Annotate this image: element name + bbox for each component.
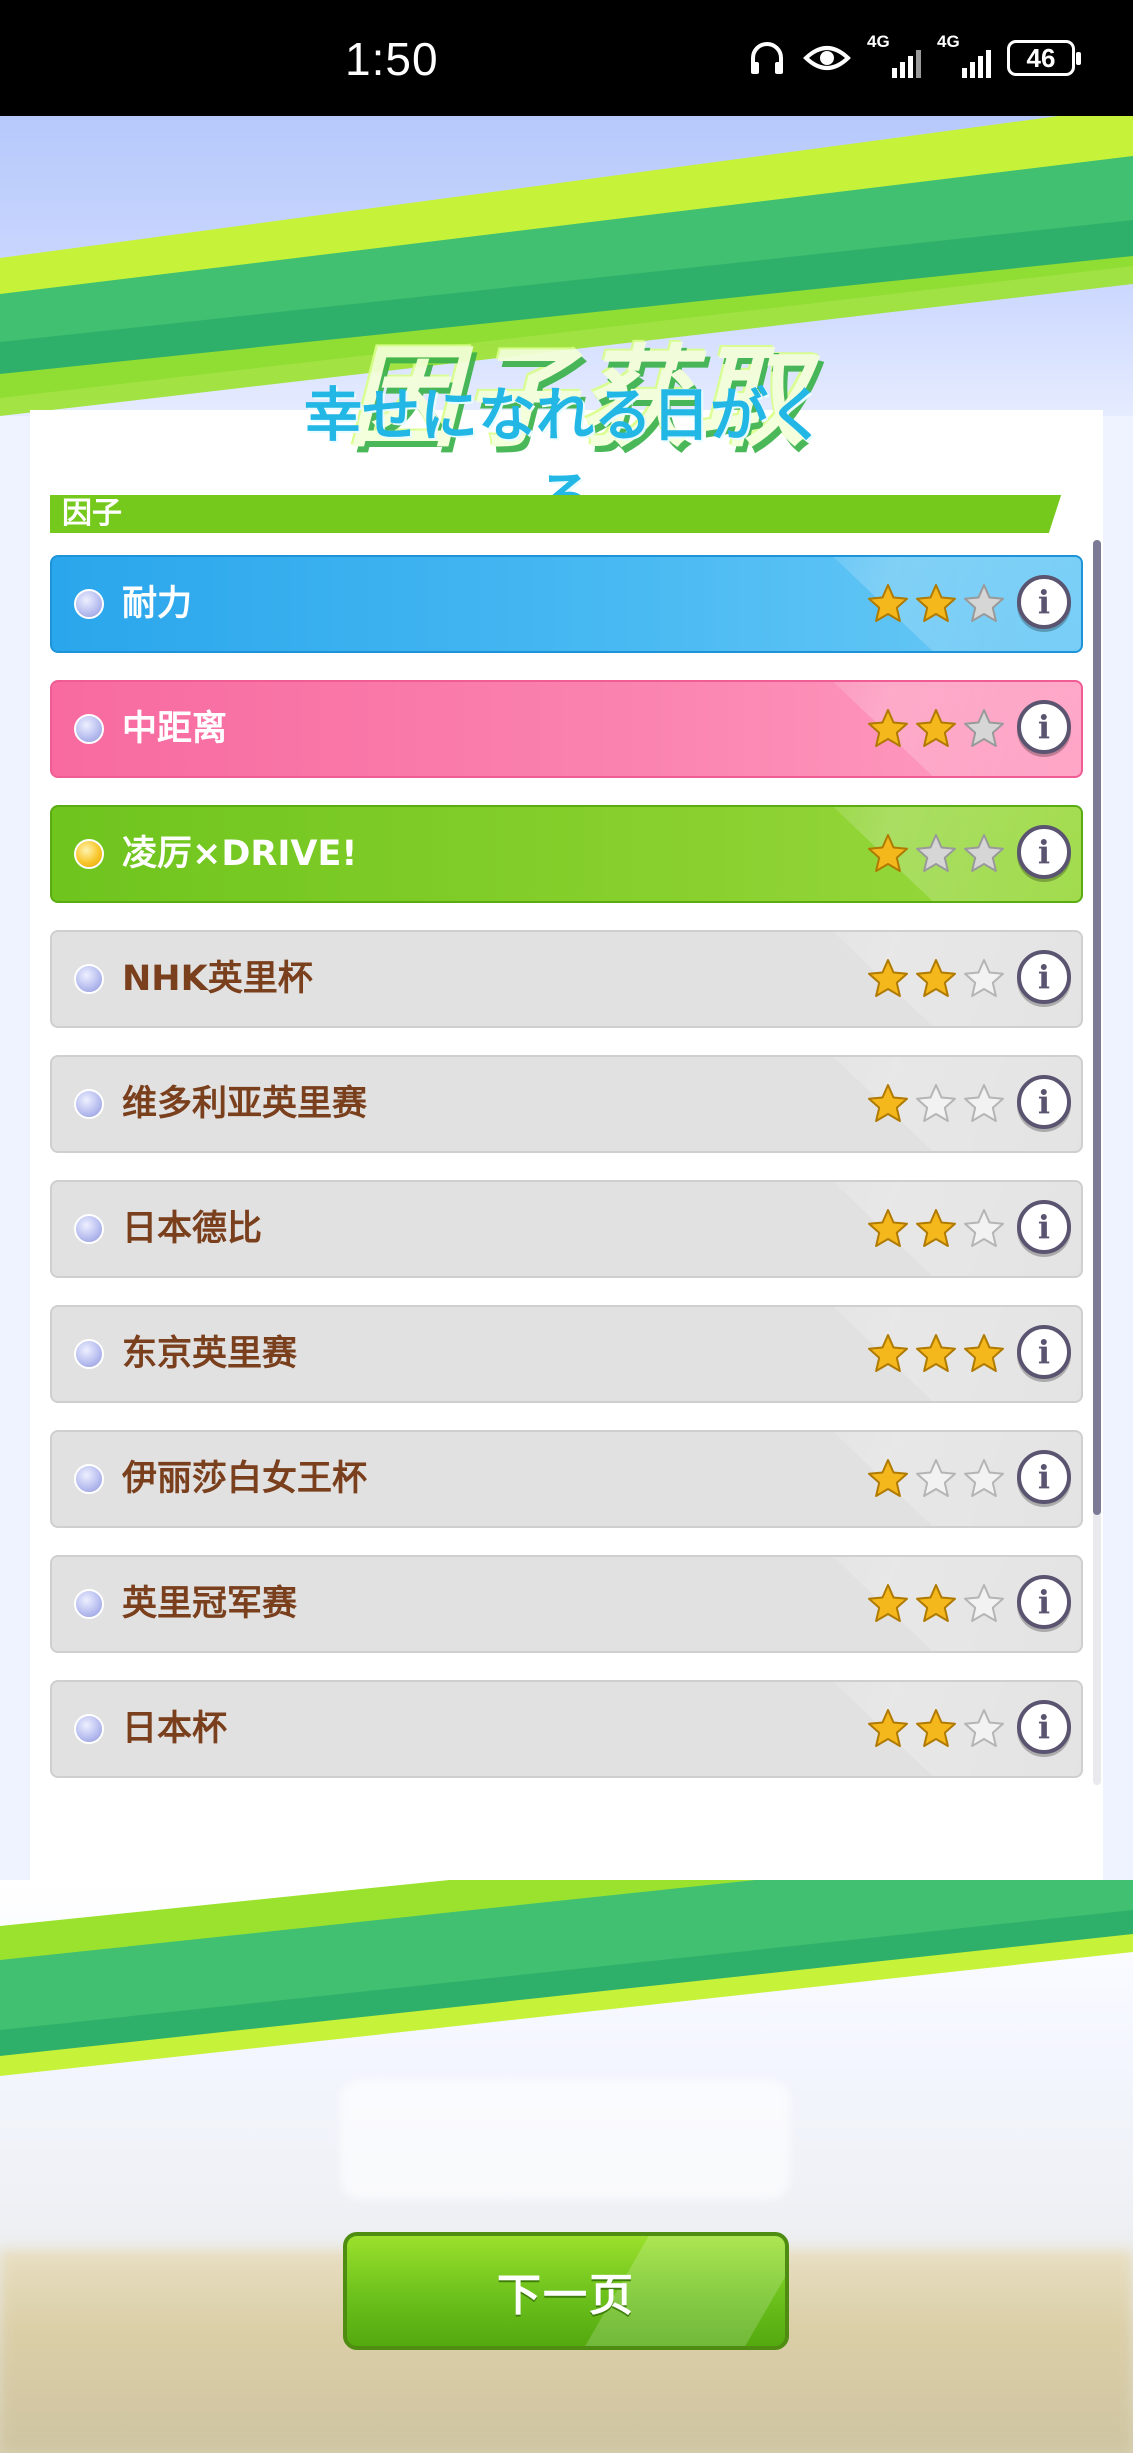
info-icon[interactable]: i [1017, 1575, 1071, 1629]
info-icon[interactable]: i [1017, 1700, 1071, 1754]
star-empty-icon [916, 1459, 956, 1497]
star-filled-icon [916, 1209, 956, 1247]
star-empty-icon [916, 1084, 956, 1122]
bullet-icon [74, 1714, 104, 1744]
network-type-2: 4G [937, 32, 960, 51]
factor-label: 日本德比 [122, 1209, 263, 1249]
star-rating [867, 833, 1005, 875]
star-empty-icon [964, 959, 1004, 997]
info-icon[interactable]: i [1017, 1200, 1071, 1254]
star-filled-icon [868, 1334, 908, 1372]
status-time: 1:50 [345, 33, 439, 85]
star-empty-icon [964, 584, 1004, 622]
bullet-icon [74, 1214, 104, 1244]
star-filled-icon [916, 1709, 956, 1747]
factor-row[interactable]: 英里冠军赛 i [50, 1555, 1083, 1653]
next-page-button[interactable]: 下一页 [343, 2232, 789, 2350]
star-filled-icon [868, 959, 908, 997]
info-icon[interactable]: i [1017, 950, 1071, 1004]
bullet-icon [74, 714, 104, 744]
factor-label: 日本杯 [122, 1709, 228, 1749]
scrollbar-thumb[interactable] [1093, 540, 1101, 1515]
signal-icon: 4G [867, 32, 921, 80]
star-filled-icon [964, 1334, 1004, 1372]
info-icon[interactable]: i [1017, 1450, 1071, 1504]
network-type-1: 4G [867, 32, 890, 51]
bullet-icon [74, 964, 104, 994]
star-filled-icon [868, 1084, 908, 1122]
star-filled-icon [868, 709, 908, 747]
factor-row[interactable]: 耐力 i [50, 555, 1083, 653]
info-icon[interactable]: i [1017, 700, 1071, 754]
eye-icon [803, 46, 851, 70]
star-rating [867, 1333, 1005, 1375]
bullet-icon [74, 589, 104, 619]
star-empty-icon [964, 834, 1004, 872]
star-filled-icon [916, 584, 956, 622]
star-rating [867, 1708, 1005, 1750]
factor-label: 凌厉×DRIVE! [122, 834, 358, 874]
bullet-icon [74, 1089, 104, 1119]
star-rating [867, 583, 1005, 625]
star-empty-icon [964, 1459, 1004, 1497]
factor-label: 英里冠军赛 [122, 1584, 298, 1624]
star-empty-icon [964, 1709, 1004, 1747]
battery-icon: 46 [1007, 40, 1081, 76]
bullet-icon [74, 839, 104, 869]
factor-label: 中距离 [122, 709, 228, 749]
factor-row[interactable]: 日本德比 i [50, 1180, 1083, 1278]
star-empty-icon [916, 834, 956, 872]
status-bar: 1:50 4G 4G 46 [0, 0, 1133, 116]
factor-row[interactable]: 中距离 i [50, 680, 1083, 778]
star-filled-icon [868, 834, 908, 872]
factor-row[interactable]: 凌厉×DRIVE! i [50, 805, 1083, 903]
star-empty-icon [964, 1584, 1004, 1622]
info-icon[interactable]: i [1017, 575, 1071, 629]
factor-row[interactable]: 日本杯 i [50, 1680, 1083, 1778]
section-header-label: 因子 [62, 496, 122, 531]
factor-label: 东京英里赛 [122, 1334, 298, 1374]
bullet-icon [74, 1339, 104, 1369]
section-header: 因子 [50, 495, 1080, 533]
star-rating [867, 1458, 1005, 1500]
star-filled-icon [916, 709, 956, 747]
bullet-icon [74, 1464, 104, 1494]
factor-label: 维多利亚英里赛 [122, 1084, 368, 1124]
star-empty-icon [964, 1209, 1004, 1247]
next-page-label: 下一页 [497, 2270, 635, 2321]
factor-row[interactable]: 伊丽莎白女王杯 i [50, 1430, 1083, 1528]
star-empty-icon [964, 709, 1004, 747]
factor-row[interactable]: 东京英里赛 i [50, 1305, 1083, 1403]
star-rating [867, 708, 1005, 750]
factor-label: 耐力 [122, 584, 193, 624]
star-empty-icon [964, 1084, 1004, 1122]
star-rating [867, 958, 1005, 1000]
factor-label: 伊丽莎白女王杯 [122, 1459, 368, 1499]
star-rating [867, 1208, 1005, 1250]
info-icon[interactable]: i [1017, 825, 1071, 879]
star-rating [867, 1583, 1005, 1625]
info-icon[interactable]: i [1017, 1075, 1071, 1129]
signal-icon: 4G [937, 32, 991, 80]
star-rating [867, 1083, 1005, 1125]
headphones-icon [751, 42, 783, 74]
star-filled-icon [868, 1459, 908, 1497]
blurred-panel [340, 2080, 790, 2200]
factor-label: NHK英里杯 [122, 959, 313, 999]
star-filled-icon [868, 1209, 908, 1247]
factor-row[interactable]: NHK英里杯 i [50, 930, 1083, 1028]
star-filled-icon [916, 1584, 956, 1622]
star-filled-icon [868, 1584, 908, 1622]
star-filled-icon [868, 1709, 908, 1747]
star-filled-icon [868, 584, 908, 622]
factor-list: 耐力 i 中距离 i 凌厉×DRIVE! i NHK英里杯 i 维多利亚英里赛 i 日本德比 i 东京英… [50, 555, 1083, 1805]
status-icons: 4G 4G 46 [747, 32, 1081, 80]
info-icon[interactable]: i [1017, 1325, 1071, 1379]
factor-row[interactable]: 维多利亚英里赛 i [50, 1055, 1083, 1153]
bullet-icon [74, 1589, 104, 1619]
star-filled-icon [916, 1334, 956, 1372]
star-filled-icon [916, 959, 956, 997]
